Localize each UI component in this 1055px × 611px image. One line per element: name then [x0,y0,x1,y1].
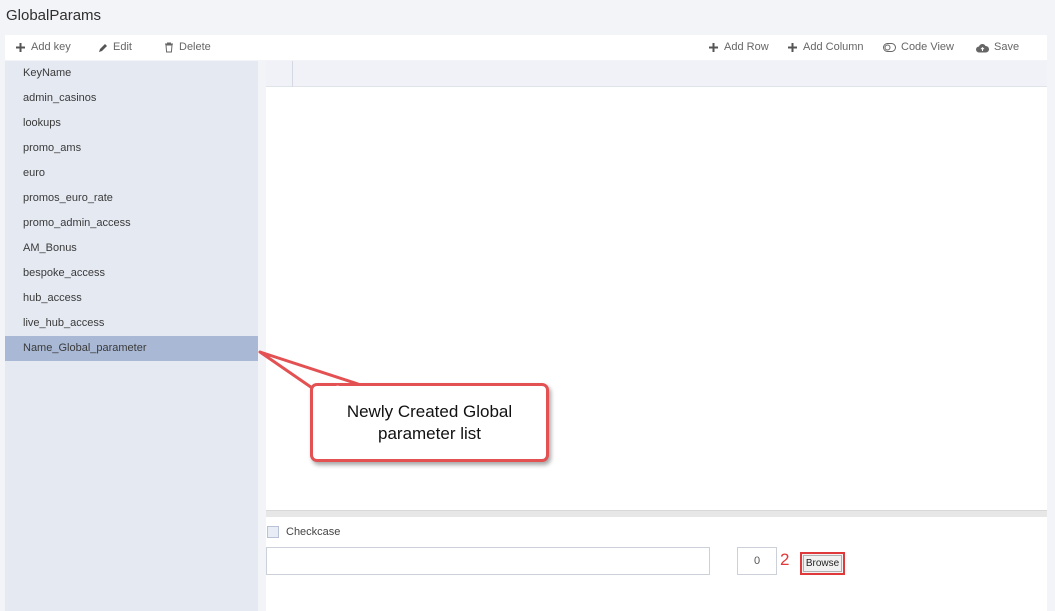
grid-column-divider [292,61,293,87]
key-item-hub-access[interactable]: hub_access [5,286,258,311]
pencil-icon [97,42,108,53]
key-item-promo-admin-access[interactable]: promo_admin_access [5,211,258,236]
count-field[interactable]: 0 [737,547,777,575]
browse-label: Browse [803,555,842,572]
checkcase-label: Checkcase [286,526,341,538]
code-view-button[interactable]: Code View [882,35,954,60]
cloud-upload-icon [976,42,989,53]
annotation-callout: Newly Created Global parameter list [310,383,549,462]
add-key-label: Add key [31,41,71,53]
save-label: Save [994,41,1020,53]
key-item-lookups[interactable]: lookups [5,111,258,136]
file-path-input[interactable] [266,547,710,575]
code-view-label: Code View [901,41,954,53]
key-item-live-hub-access[interactable]: live_hub_access [5,311,258,336]
add-row-label: Add Row [724,41,769,53]
callout-text: Newly Created Global parameter list [346,401,513,443]
browse-button[interactable]: Browse [800,552,845,575]
key-item-am-bonus[interactable]: AM_Bonus [5,236,258,261]
add-row-button[interactable]: Add Row [708,35,769,60]
page-title: GlobalParams [6,7,102,24]
key-item-name-global-parameter[interactable]: Name_Global_parameter [5,336,258,361]
checkcase-checkbox[interactable] [267,526,279,538]
key-list-sidebar: KeyName admin_casinos lookups promo_ams … [5,61,258,611]
key-item-bespoke-access[interactable]: bespoke_access [5,261,258,286]
plus-icon [787,42,798,53]
trash-icon [163,42,174,53]
grid-header [266,61,1047,87]
edit-label: Edit [113,41,132,53]
key-item-euro[interactable]: euro [5,161,258,186]
toggle-icon [882,42,896,53]
toolbar: Add key Edit Delete Add Row Add Column C… [5,35,1047,60]
key-item-admin-casinos[interactable]: admin_casinos [5,86,258,111]
delete-label: Delete [179,41,211,53]
plus-icon [15,42,26,53]
add-column-button[interactable]: Add Column [787,35,864,60]
save-button[interactable]: Save [976,35,1019,60]
annotation-marker: 2 [780,550,790,569]
key-item-promo-ams[interactable]: promo_ams [5,136,258,161]
key-list-header: KeyName [23,67,72,79]
horizontal-scrollbar[interactable] [266,510,1047,517]
plus-icon [708,42,719,53]
key-item-promos-euro-rate[interactable]: promos_euro_rate [5,186,258,211]
edit-button[interactable]: Edit [97,35,132,60]
add-column-label: Add Column [803,41,864,53]
delete-button[interactable]: Delete [163,35,211,60]
add-key-button[interactable]: Add key [15,35,71,60]
